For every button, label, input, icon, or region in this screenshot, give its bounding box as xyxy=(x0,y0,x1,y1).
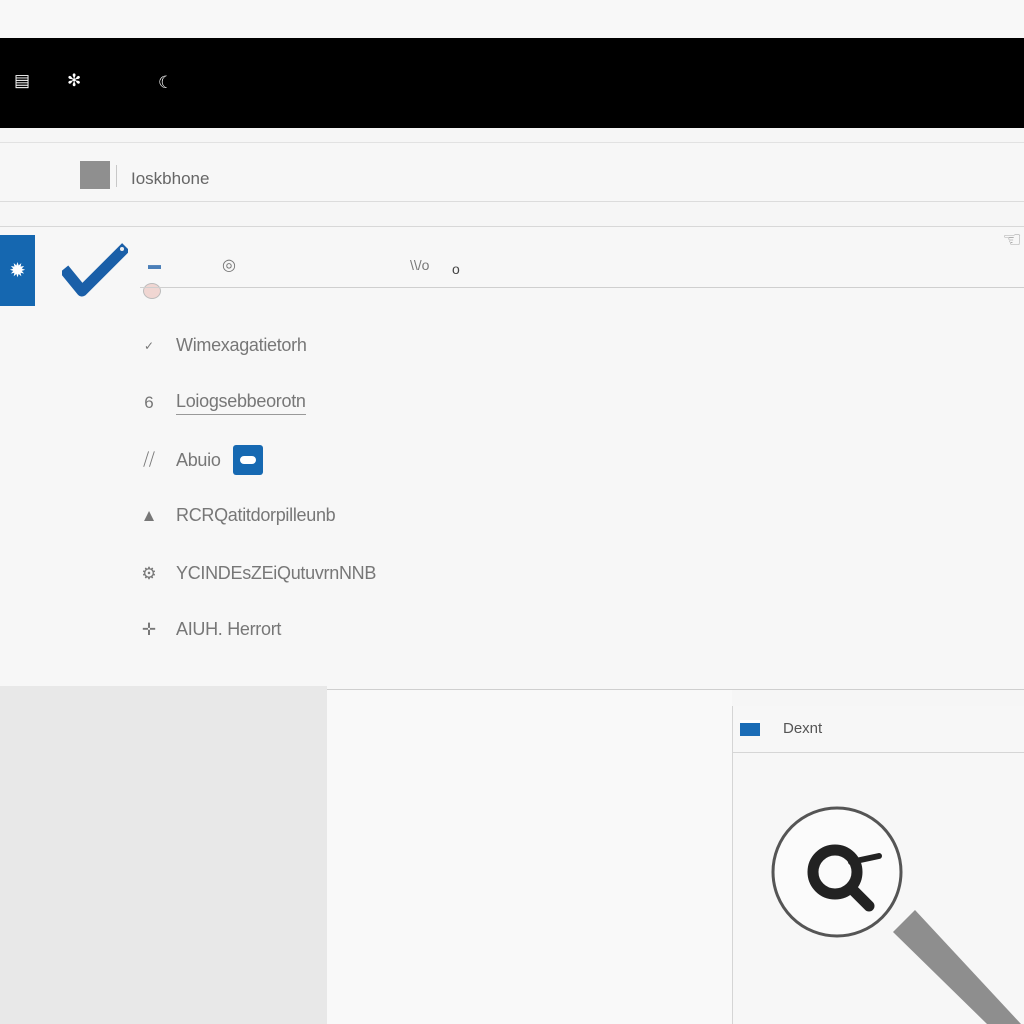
check-mark-logo-icon xyxy=(62,243,128,297)
side-pane: Dexnt xyxy=(732,706,1024,1024)
menu-item[interactable]: ⚙ YCINDEsZEiQutuvrnNNB xyxy=(134,563,376,584)
address-bar: Ioskbhone xyxy=(0,142,1024,202)
menu-item[interactable]: ⧸⧸ Abuio xyxy=(134,445,263,475)
menu-item-label: YCINDEsZEiQutuvrnNNB xyxy=(176,563,377,583)
moon-icon[interactable]: ☾ xyxy=(158,74,173,91)
settings-icon: ⚙ xyxy=(141,563,157,583)
slider-handle[interactable] xyxy=(143,283,161,299)
address-text[interactable]: Ioskbhone xyxy=(131,169,209,189)
menu-item[interactable]: ▲ RCRQatitdorpilleunb xyxy=(134,505,336,526)
search-icon[interactable] xyxy=(733,706,1024,1024)
content-pane xyxy=(327,690,732,1024)
gear-icon[interactable]: ✻ xyxy=(67,72,81,89)
page-thumbnail-icon[interactable] xyxy=(80,161,110,189)
menu-item-label: Wimexagatietorh xyxy=(176,335,307,355)
toggle-badge[interactable] xyxy=(232,445,263,475)
toolbar-divider xyxy=(140,287,1024,288)
app-tile-gear-icon[interactable]: ✹ xyxy=(0,235,35,306)
menu-item[interactable]: 6 Loiogsebbeorotn xyxy=(134,391,306,415)
menu-item[interactable]: ✓ Wimexagatietorh xyxy=(134,335,307,356)
left-empty-pane xyxy=(0,686,327,1024)
toolbar-label[interactable]: \\/o xyxy=(410,257,429,273)
top-toolbar: ▤ ✻ ☾ xyxy=(0,38,1024,128)
menu-item-label: Loiogsebbeorotn xyxy=(176,391,306,415)
crosshair-icon: ✛ xyxy=(141,619,157,639)
menu-item-label: AIUH. Herrort xyxy=(176,619,282,639)
circle-icon[interactable]: ◎ xyxy=(222,255,236,275)
swirl-icon: 6 xyxy=(144,393,154,412)
refresh-icon[interactable]: o xyxy=(452,261,460,277)
hand-cursor-icon: ☜ xyxy=(1002,227,1022,252)
document-icon[interactable]: ▤ xyxy=(14,72,30,89)
check-mark-icon: ✓ xyxy=(143,338,155,353)
menu-item[interactable]: ✛ AIUH. Herrort xyxy=(134,619,282,640)
quote-icon: ⧸⧸ xyxy=(143,450,155,469)
window-top-strip xyxy=(0,0,1024,38)
menu-item-label: Abuio xyxy=(176,449,221,470)
divider xyxy=(116,165,117,187)
stack-icon: ▲ xyxy=(140,505,158,525)
folder-icon[interactable]: ▬ xyxy=(148,257,161,272)
menu-item-label: RCRQatitdorpilleunb xyxy=(176,505,336,525)
main-panel: ✹ ▬ ◎ \\/o o ☜ ✓ Wimexagatietorh 6 Loiog… xyxy=(0,226,1024,690)
